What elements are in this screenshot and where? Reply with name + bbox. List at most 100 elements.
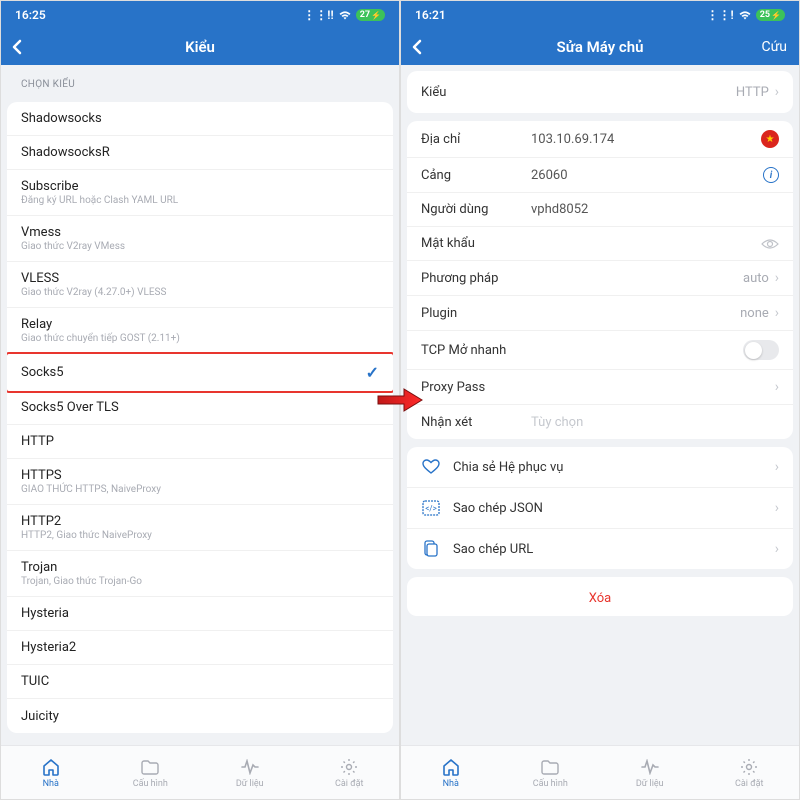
tab-label: Cấu hình: [533, 779, 568, 789]
row-subtitle: HTTP2, Giao thức NaiveProxy: [21, 530, 152, 541]
row-label: Mật khẩu: [421, 236, 531, 251]
proxy-pass-row[interactable]: Proxy Pass ›: [407, 370, 793, 405]
tcp-fast-toggle[interactable]: [743, 340, 779, 360]
chevron-left-icon: [9, 38, 27, 56]
delete-button[interactable]: Xóa: [407, 577, 793, 616]
tab-label: Dữ liệu: [636, 779, 664, 789]
row-value: HTTP: [736, 85, 769, 100]
chevron-right-icon: ›: [775, 379, 779, 395]
tab-bar: Nhà Cấu hình Dữ liệu Cài đặt: [401, 745, 799, 799]
phone-right: 16:21 ⋮⋮! 25⚡ Sửa Máy chủ Cứu Kiểu HTTP …: [400, 0, 800, 800]
action-label: Sao chép URL: [453, 542, 533, 557]
type-row-relay[interactable]: RelayGiao thức chuyển tiếp GOST (2.11+): [7, 308, 393, 354]
row-label: Nhận xét: [421, 415, 531, 430]
type-list: ShadowsocksShadowsocksRSubscribeĐăng ký …: [7, 102, 393, 733]
tab-settings[interactable]: Cài đặt: [700, 746, 800, 799]
tab-settings[interactable]: Cài đặt: [300, 746, 400, 799]
tab-home[interactable]: Nhà: [1, 746, 101, 799]
data-icon: [240, 757, 260, 777]
copy-json-row[interactable]: </> Sao chép JSON ›: [407, 488, 793, 529]
address-row[interactable]: Địa chỉ 103.10.69.174 ★: [407, 121, 793, 158]
wifi-icon: [338, 10, 352, 20]
row-subtitle: Đăng ký URL hoặc Clash YAML URL: [21, 195, 178, 206]
row-label: Relay: [21, 317, 180, 332]
row-value: 26060: [531, 168, 568, 183]
row-label: Trojan: [21, 560, 142, 575]
copy-url-row[interactable]: Sao chép URL ›: [407, 529, 793, 569]
type-row-trojan[interactable]: TrojanTrojan, Giao thức Trojan-Go: [7, 551, 393, 597]
eye-icon[interactable]: [761, 238, 779, 250]
section-header: CHỌN KIỂU: [7, 71, 393, 94]
type-row-shadowsocksr[interactable]: ShadowsocksR: [7, 136, 393, 170]
row-value: vphd8052: [531, 202, 588, 217]
config-icon: [140, 757, 160, 777]
row-label: TCP Mở nhanh: [421, 343, 506, 358]
chevron-left-icon: [409, 38, 427, 56]
type-row-http[interactable]: HTTP: [7, 425, 393, 459]
row-label: Hysteria2: [21, 640, 76, 655]
type-row-hysteria2[interactable]: Hysteria2: [7, 631, 393, 665]
save-button[interactable]: Cứu: [762, 39, 788, 55]
tab-label: Cài đặt: [735, 779, 763, 789]
chevron-right-icon: ›: [775, 305, 779, 321]
content-area: Kiểu HTTP › Địa chỉ 103.10.69.174 ★ Cảng…: [401, 65, 799, 745]
tab-label: Cài đặt: [335, 779, 363, 789]
status-bar: 16:21 ⋮⋮! 25⚡: [401, 1, 799, 29]
type-row-juicity[interactable]: Juicity: [7, 699, 393, 733]
port-row[interactable]: Cảng 26060 i: [407, 158, 793, 193]
battery-indicator: 25⚡: [756, 9, 785, 21]
plugin-row[interactable]: Plugin none ›: [407, 296, 793, 331]
config-icon: [540, 757, 560, 777]
row-label: Kiểu: [421, 85, 531, 100]
tcp-fast-row[interactable]: TCP Mở nhanh: [407, 331, 793, 370]
chevron-right-icon: ›: [775, 84, 779, 100]
type-row-vless[interactable]: VLESSGiao thức V2ray (4.27.0+) VLESS: [7, 262, 393, 308]
status-bar: 16:25 ⋮⋮!! 27⚡: [1, 1, 399, 29]
type-row-vmess[interactable]: VmessGiao thức V2ray VMess: [7, 216, 393, 262]
row-label: VLESS: [21, 271, 166, 286]
user-row[interactable]: Người dùng vphd8052: [407, 193, 793, 227]
row-label: TUIC: [21, 674, 49, 689]
type-row-socks5[interactable]: Socks5✓: [7, 352, 393, 393]
flag-vietnam-icon: ★: [761, 130, 779, 148]
chevron-right-icon: ›: [775, 459, 779, 475]
comment-row[interactable]: Nhận xét Tùy chọn: [407, 405, 793, 439]
row-value: 103.10.69.174: [531, 132, 614, 147]
tab-data[interactable]: Dữ liệu: [200, 746, 300, 799]
back-button[interactable]: [409, 38, 427, 56]
status-indicators: ⋮⋮! 25⚡: [706, 8, 785, 22]
tab-label: Dữ liệu: [236, 779, 264, 789]
info-icon[interactable]: i: [763, 167, 779, 183]
row-value: none: [740, 306, 769, 321]
check-icon: ✓: [366, 363, 379, 382]
back-button[interactable]: [9, 38, 27, 56]
tab-home[interactable]: Nhà: [401, 746, 501, 799]
tab-config[interactable]: Cấu hình: [501, 746, 601, 799]
row-placeholder: Tùy chọn: [531, 415, 583, 430]
nav-title: Kiểu: [1, 38, 399, 56]
code-icon: </>: [421, 498, 441, 518]
type-row-tuic[interactable]: TUIC: [7, 665, 393, 699]
type-row-https[interactable]: HTTPSGIAO THỨC HTTPS, NaiveProxy: [7, 459, 393, 505]
tab-data[interactable]: Dữ liệu: [600, 746, 700, 799]
row-label: Người dùng: [421, 202, 531, 217]
actions-card: Chia sẻ Hệ phục vụ › </> Sao chép JSON ›…: [407, 447, 793, 569]
type-row-socks5-over-tls[interactable]: Socks5 Over TLS: [7, 391, 393, 425]
row-subtitle: Giao thức V2ray (4.27.0+) VLESS: [21, 287, 166, 298]
type-row-http2[interactable]: HTTP2HTTP2, Giao thức NaiveProxy: [7, 505, 393, 551]
type-row-subscribe[interactable]: SubscribeĐăng ký URL hoặc Clash YAML URL: [7, 170, 393, 216]
type-row[interactable]: Kiểu HTTP ›: [407, 71, 793, 113]
copy-icon: [421, 539, 441, 559]
row-label: Cảng: [421, 168, 531, 183]
tab-config[interactable]: Cấu hình: [101, 746, 201, 799]
type-row-hysteria[interactable]: Hysteria: [7, 597, 393, 631]
row-label: Địa chỉ: [421, 132, 531, 147]
row-label: Juicity: [21, 709, 59, 724]
share-server-row[interactable]: Chia sẻ Hệ phục vụ ›: [407, 447, 793, 488]
status-indicators: ⋮⋮!! 27⚡: [303, 8, 385, 22]
chevron-right-icon: ›: [775, 270, 779, 286]
type-row-shadowsocks[interactable]: Shadowsocks: [7, 102, 393, 136]
method-row[interactable]: Phương pháp auto ›: [407, 261, 793, 296]
signal-icon: ⋮⋮!!: [303, 8, 333, 22]
password-row[interactable]: Mật khẩu: [407, 227, 793, 261]
